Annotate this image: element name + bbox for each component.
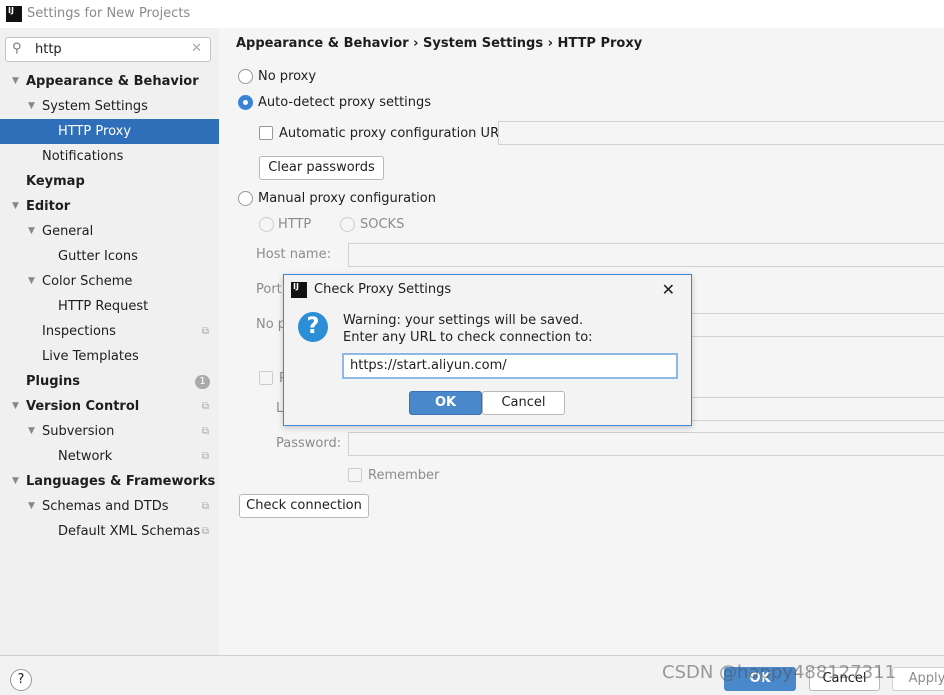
tree-item-label: Plugins [26, 374, 80, 389]
remember-checkbox[interactable] [348, 468, 362, 482]
dialog-warning-text: Warning: your settings will be saved. [343, 313, 584, 328]
tree-item-label: Editor [26, 199, 71, 214]
socks-radio[interactable] [340, 217, 355, 232]
chevron-down-icon[interactable]: ▼ [28, 219, 35, 244]
project-scope-icon: ⧉ [201, 401, 209, 412]
tree-item-label: Network [58, 449, 113, 464]
chevron-down-icon[interactable]: ▼ [28, 494, 35, 519]
update-badge: 1 [195, 375, 210, 389]
dialog-title: Check Proxy Settings [314, 282, 452, 297]
dialog-ok-button[interactable]: OK [409, 391, 482, 415]
chevron-down-icon[interactable]: ▼ [12, 194, 19, 219]
tree-item-label: Gutter Icons [58, 249, 138, 264]
tree-item-label: Version Control [26, 399, 140, 414]
project-scope-icon: ⧉ [201, 326, 209, 337]
close-icon[interactable]: ✕ [191, 41, 202, 56]
tree-item[interactable]: HTTP Request [0, 294, 219, 319]
tree-item-label: System Settings [42, 99, 148, 114]
tree-item[interactable]: HTTP Proxy [0, 119, 219, 144]
auto-detect-label: Auto-detect proxy settings [258, 95, 432, 110]
tree-item[interactable]: ▼ Editor [0, 194, 219, 219]
intellij-icon: IJ _ [6, 6, 22, 24]
tree-item[interactable]: Inspections ⧉ [0, 319, 219, 344]
url-input[interactable]: https://start.aliyun.com/ [342, 353, 678, 379]
tree-item-label: HTTP Proxy [58, 124, 132, 139]
remember-label: Remember [368, 468, 440, 483]
window-title: Settings for New Projects [27, 6, 191, 21]
chevron-down-icon[interactable]: ▼ [28, 419, 35, 444]
manual-proxy-label: Manual proxy configuration [258, 191, 436, 206]
proxy-auth-checkbox[interactable] [259, 371, 273, 385]
no-proxy-label: No proxy [258, 69, 317, 84]
no-proxy-radio[interactable] [238, 69, 253, 84]
title-bar: IJ _ Settings for New Projects [0, 0, 944, 28]
auto-config-url-label: Automatic proxy configuration URL: [279, 126, 511, 141]
no-proxy-for-label: No p [256, 317, 287, 332]
port-label: Port [256, 282, 282, 297]
chevron-down-icon[interactable]: ▼ [28, 94, 35, 119]
tree-item[interactable]: Live Templates [0, 344, 219, 369]
manual-proxy-radio[interactable] [238, 191, 253, 206]
socks-label: SOCKS [360, 217, 405, 232]
tree-item[interactable]: Plugins 1 [0, 369, 219, 394]
http-label: HTTP [278, 217, 312, 232]
tree-item[interactable]: ▼ Schemas and DTDs ⧉ [0, 494, 219, 519]
tree-item[interactable]: Default XML Schemas ⧉ [0, 519, 219, 544]
help-button[interactable]: ? [10, 669, 32, 691]
tree-item[interactable]: Network ⧉ [0, 444, 219, 469]
tree-item-label: Default XML Schemas [58, 524, 201, 539]
host-name-label: Host name: [256, 247, 331, 262]
close-icon[interactable]: ✕ [662, 280, 675, 299]
chevron-down-icon[interactable]: ▼ [12, 69, 19, 94]
auto-config-url-checkbox[interactable] [259, 126, 273, 140]
project-scope-icon: ⧉ [201, 426, 209, 437]
tree-item-label: Inspections [42, 324, 116, 339]
tree-item-label: Subversion [42, 424, 115, 439]
password-label: Password: [276, 436, 342, 451]
search-value: http [35, 42, 62, 57]
host-name-input[interactable] [348, 243, 944, 267]
breadcrumb: Appearance & Behavior › System Settings … [236, 36, 643, 51]
tree-item[interactable]: ▼ Version Control ⧉ [0, 394, 219, 419]
tree-item-label: Notifications [42, 149, 124, 164]
dialog-prompt-text: Enter any URL to check connection to: [343, 330, 593, 345]
question-icon: ? [298, 312, 328, 342]
tree-item[interactable]: ▼ Languages & Frameworks [0, 469, 219, 494]
search-input[interactable]: ⚲ http ✕ [5, 37, 211, 62]
project-scope-icon: ⧉ [201, 526, 209, 537]
tree-item[interactable]: ▼ Color Scheme [0, 269, 219, 294]
check-proxy-dialog: IJ _ Check Proxy Settings ✕ ? Warning: yo… [283, 274, 692, 426]
tree-item[interactable]: ▼ Appearance & Behavior [0, 69, 219, 94]
chevron-down-icon[interactable]: ▼ [12, 469, 19, 494]
project-scope-icon: ⧉ [201, 501, 209, 512]
auto-detect-radio[interactable] [238, 95, 253, 110]
tree-item[interactable]: ▼ System Settings [0, 94, 219, 119]
intellij-icon: IJ _ [291, 282, 307, 300]
tree-item-label: General [42, 224, 94, 239]
tree-item-label: Appearance & Behavior [26, 74, 199, 89]
tree-item[interactable]: Gutter Icons [0, 244, 219, 269]
tree-item-label: Live Templates [42, 349, 139, 364]
password-input[interactable] [348, 432, 944, 456]
check-connection-button[interactable]: Check connection [239, 494, 369, 518]
chevron-down-icon[interactable]: ▼ [28, 269, 35, 294]
tree-item[interactable]: Notifications [0, 144, 219, 169]
tree-item-label: Schemas and DTDs [42, 499, 169, 514]
watermark: CSDN @happy488127311 [662, 662, 897, 683]
tree-item-label: Keymap [26, 174, 85, 189]
dialog-cancel-button[interactable]: Cancel [482, 391, 565, 415]
auto-config-url-input[interactable] [498, 121, 944, 145]
chevron-down-icon[interactable]: ▼ [12, 394, 19, 419]
tree-item-label: Color Scheme [42, 274, 133, 289]
tree-item[interactable]: Keymap [0, 169, 219, 194]
tree-item[interactable]: ▼ Subversion ⧉ [0, 419, 219, 444]
http-radio[interactable] [259, 217, 274, 232]
tree-item[interactable]: ▼ General [0, 219, 219, 244]
clear-passwords-button[interactable]: Clear passwords [259, 156, 384, 180]
tree-item-label: Languages & Frameworks [26, 474, 216, 489]
tree-item-label: HTTP Request [58, 299, 149, 314]
search-icon: ⚲ [12, 41, 22, 56]
apply-button[interactable]: Apply [892, 667, 944, 691]
project-scope-icon: ⧉ [201, 451, 209, 462]
